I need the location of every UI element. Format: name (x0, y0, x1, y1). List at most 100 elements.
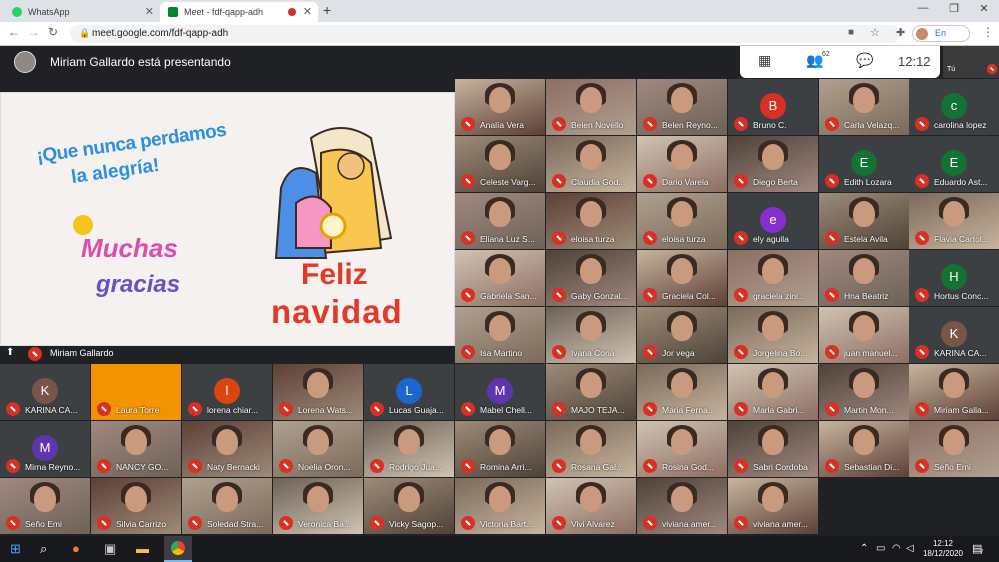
tab-whatsapp[interactable]: WhatsApp ✕ (4, 2, 160, 22)
participant-tile[interactable]: Veronica Ba... (273, 478, 363, 534)
participant-tile[interactable]: Claudia God... (546, 136, 636, 192)
close-tab-icon[interactable]: ✕ (303, 5, 312, 18)
participant-tile[interactable]: Naty Bernacki (182, 421, 272, 477)
participant-tile[interactable]: viviana amer... (637, 478, 727, 534)
participant-tile[interactable]: Estela Avila (819, 193, 909, 249)
participant-tile[interactable]: Flavia Cartol... (909, 193, 999, 249)
participant-tile[interactable]: K KARINA CA... (909, 307, 999, 363)
participant-tile[interactable]: Rosana Gal... (546, 421, 636, 477)
participant-tile[interactable]: Gaby Gonzal... (546, 250, 636, 306)
participant-tile[interactable]: Seño Emi (0, 478, 90, 534)
participant-tile[interactable]: e ely aguila (728, 193, 818, 249)
participant-tile[interactable]: NANCY GO... (91, 421, 181, 477)
participant-tile[interactable]: Rodrigo Jua... (364, 421, 454, 477)
participant-tile[interactable]: Analía Vera (455, 79, 545, 135)
participant-tile[interactable]: M Mirna Reyno... (0, 421, 90, 477)
participant-tile[interactable]: c carolina lopez (909, 79, 999, 135)
file-explorer-icon[interactable]: ▬ (136, 541, 149, 556)
participant-tile[interactable]: Marla Gabri... (728, 364, 818, 420)
participant-tile[interactable]: graciela zini... (728, 250, 818, 306)
participant-tile[interactable]: juan manuel... (819, 307, 909, 363)
participant-tile[interactable]: Vivi Alvarez (546, 478, 636, 534)
clapperboard-icon[interactable]: ▣ (104, 541, 116, 557)
close-tab-icon[interactable]: ✕ (145, 5, 154, 18)
participant-tile[interactable]: E Eduardo Ast... (909, 136, 999, 192)
participant-tile[interactable]: Diego Berta (728, 136, 818, 192)
participant-tile[interactable]: MAJO TEJA... (546, 364, 636, 420)
participant-tile[interactable]: K KARINA CA... (0, 364, 90, 420)
lock-icon[interactable]: 🔒 (79, 28, 90, 39)
participant-tile[interactable]: Gabriela San... (455, 250, 545, 306)
people-icon[interactable]: 👥 (806, 52, 823, 69)
tab-meet[interactable]: Meet - fdf-qapp-adh ✕ (160, 2, 318, 22)
participant-tile[interactable]: Belen Novello (546, 79, 636, 135)
menu-icon[interactable]: ⋮ (982, 25, 994, 39)
participant-tile[interactable]: Lorena Wats... (273, 364, 363, 420)
back-icon[interactable]: ← (8, 25, 20, 39)
person-face (853, 315, 875, 341)
self-view-tile[interactable]: Tú (943, 46, 999, 78)
windows-start-icon[interactable]: ⊞ (10, 541, 21, 557)
participant-tile[interactable]: viviana amer... (728, 478, 818, 534)
presentation-slide[interactable]: ¡Que nunca perdamos la alegría! Muchas g… (0, 92, 455, 346)
volume-icon[interactable]: ◁ (906, 543, 914, 554)
participant-tile[interactable]: Hna Beatriz (819, 250, 909, 306)
minimize-icon[interactable]: — (912, 2, 934, 14)
participant-tile[interactable]: Isa Martino (455, 307, 545, 363)
star-icon[interactable]: ☆ (870, 26, 880, 39)
participant-tile[interactable]: Dario Varela (637, 136, 727, 192)
participant-tile[interactable]: Laura Torre (91, 364, 181, 420)
participant-tile[interactable]: Victoria Bart... (455, 478, 545, 534)
profile-button[interactable]: En pausa (912, 25, 970, 53)
url-input[interactable]: 🔒 meet.google.com/fdf-qapp-adh ■ ☆ (70, 25, 900, 43)
wifi-icon[interactable]: ◠ (892, 543, 901, 554)
participant-tile[interactable]: Vicky Sagop... (364, 478, 454, 534)
extensions-icon[interactable]: ✚ (896, 26, 905, 39)
participant-tile[interactable]: Sabri Cordoba (728, 421, 818, 477)
participant-tile[interactable]: Carla Velazq... (819, 79, 909, 135)
maximize-icon[interactable]: ❐ (943, 2, 965, 15)
participant-tile[interactable]: Seño Emi (909, 421, 999, 477)
participant-tile[interactable]: L Lucas Guaja... (364, 364, 454, 420)
person-face (671, 315, 693, 341)
participant-tile[interactable]: M Mabel Chell... (455, 364, 545, 420)
reload-icon[interactable]: ↻ (48, 25, 58, 39)
participant-tile[interactable]: Belen Reyno... (637, 79, 727, 135)
participant-tile[interactable]: eloisa turza (637, 193, 727, 249)
close-window-icon[interactable]: ✕ (973, 2, 995, 15)
participant-tile[interactable]: Jor vega (637, 307, 727, 363)
participant-tile[interactable]: E Edith Lozara (819, 136, 909, 192)
firefox-icon[interactable]: ● (72, 541, 80, 556)
person-face (671, 144, 693, 170)
participant-tile[interactable]: Noelia Oron... (273, 421, 363, 477)
participant-tile[interactable]: Celeste Varg... (455, 136, 545, 192)
camera-icon[interactable]: ■ (848, 27, 854, 38)
participant-tile[interactable]: Rosina God... (637, 421, 727, 477)
participant-tile[interactable]: Soledad Stra... (182, 478, 272, 534)
participant-tile[interactable]: Eliana Luz S... (455, 193, 545, 249)
participant-tile[interactable]: Maria Ferna... (637, 364, 727, 420)
battery-icon[interactable]: ▭ (876, 543, 885, 554)
participant-tile[interactable]: Romina Arri... (455, 421, 545, 477)
participant-tile[interactable]: Ivana Coria (546, 307, 636, 363)
participant-name: MAJO TEJA... (571, 405, 625, 415)
chrome-taskbar-button[interactable] (164, 536, 192, 562)
layout-grid-icon[interactable]: ▦ (758, 52, 771, 69)
participant-tile[interactable]: Graciela Col... (637, 250, 727, 306)
participant-tile[interactable]: Sebastian Di... (819, 421, 909, 477)
participant-tile[interactable]: B Bruno C. (728, 79, 818, 135)
forward-icon[interactable]: → (28, 25, 40, 39)
taskbar-clock[interactable]: 12:12 18/12/2020 (918, 539, 968, 559)
participant-tile[interactable]: H Hortus Conc... (909, 250, 999, 306)
participant-tile[interactable]: Martin Mon... (819, 364, 909, 420)
avatar: B (760, 93, 786, 119)
search-icon[interactable]: ⌕ (40, 541, 47, 557)
participant-tile[interactable]: Jorgelina Bo... (728, 307, 818, 363)
new-tab-button[interactable]: + (323, 2, 331, 18)
participant-tile[interactable]: l lorena chiar... (182, 364, 272, 420)
chevron-up-icon[interactable]: ⌃ (860, 543, 868, 554)
participant-tile[interactable]: eloisa turza (546, 193, 636, 249)
participant-tile[interactable]: Miriam Galla... (909, 364, 999, 420)
chat-icon[interactable]: 💬 (856, 52, 873, 69)
participant-tile[interactable]: Silvia Carrizo (91, 478, 181, 534)
